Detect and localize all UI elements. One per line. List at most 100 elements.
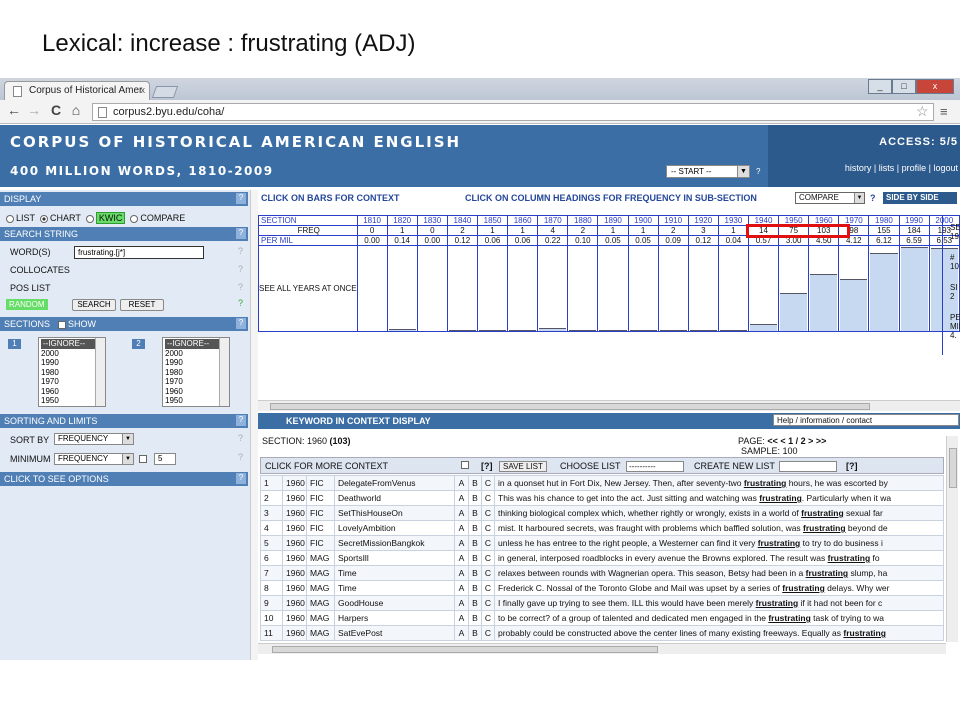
context-c-link[interactable]: C: [481, 565, 495, 581]
bar-1870[interactable]: [539, 328, 567, 331]
section-heading-1910[interactable]: 1910: [657, 215, 689, 226]
help-mark[interactable]: ?: [870, 193, 876, 203]
collocates-label[interactable]: COLLOCATES: [10, 265, 70, 275]
start-select[interactable]: -- START -- ▼: [666, 165, 750, 178]
bar-cell[interactable]: [717, 245, 749, 332]
context-b-link[interactable]: B: [468, 490, 482, 506]
context-b-link[interactable]: B: [468, 610, 482, 626]
context-c-link[interactable]: C: [481, 505, 495, 521]
section-2-list[interactable]: --IGNORE-- 2000 1990 1980 1970 1960 1950: [162, 337, 230, 407]
help-mark[interactable]: [?]: [481, 461, 493, 471]
bar-1840[interactable]: [448, 329, 476, 331]
help-icon[interactable]: ?: [238, 264, 243, 274]
help-icon[interactable]: ?: [236, 415, 246, 426]
chart-horizontal-scrollbar[interactable]: [258, 400, 960, 411]
bar-cell[interactable]: [838, 245, 870, 332]
source-link[interactable]: LovelyAmbition: [334, 520, 455, 536]
help-icon[interactable]: ?: [238, 246, 243, 256]
logout-link[interactable]: logout: [933, 163, 958, 173]
bar-cell[interactable]: [476, 245, 509, 332]
help-mark[interactable]: [?]: [846, 461, 858, 471]
close-tab-icon[interactable]: x: [141, 85, 146, 95]
bookmark-star-icon[interactable]: ☆: [916, 103, 929, 120]
source-link[interactable]: Time: [334, 565, 455, 581]
context-b-link[interactable]: B: [468, 580, 482, 596]
kwic-vertical-scrollbar[interactable]: [946, 436, 958, 642]
keyword[interactable]: frustrating: [768, 613, 811, 623]
bar-cell[interactable]: [386, 245, 418, 332]
radio-kwic[interactable]: [85, 214, 94, 223]
source-link[interactable]: SatEvePost: [334, 625, 455, 641]
bar-cell[interactable]: [898, 245, 930, 332]
context-a-link[interactable]: A: [454, 580, 469, 596]
minimum-checkbox[interactable]: [139, 453, 147, 463]
kwic-horizontal-scrollbar[interactable]: [258, 643, 946, 654]
new-tab-button[interactable]: [151, 86, 179, 98]
home-icon[interactable]: ⌂: [68, 102, 84, 118]
context-c-link[interactable]: C: [481, 595, 495, 611]
source-link[interactable]: SportsIll: [334, 550, 455, 566]
list-scrollbar[interactable]: [219, 338, 229, 406]
side-by-side-select[interactable]: SIDE BY SIDE: [883, 192, 957, 204]
options-bar[interactable]: CLICK TO SEE OPTIONS?: [0, 472, 248, 486]
context-c-link[interactable]: C: [481, 475, 495, 491]
keyword[interactable]: frustrating: [843, 628, 886, 638]
bar-cell[interactable]: [627, 245, 659, 332]
context-a-link[interactable]: A: [454, 505, 469, 521]
browser-tab[interactable]: Corpus of Historical Amer x: [4, 81, 150, 100]
section-heading-1920[interactable]: 1920: [687, 215, 719, 226]
context-b-link[interactable]: B: [468, 475, 482, 491]
kwic-row[interactable]: 1 1960 FIC DelegateFromVenus A B Cin a quonset…: [260, 475, 944, 491]
context-a-link[interactable]: A: [454, 550, 469, 566]
keyword[interactable]: frustrating: [759, 493, 802, 503]
context-c-link[interactable]: C: [481, 580, 495, 596]
keyword[interactable]: frustrating: [803, 523, 846, 533]
bar-1980[interactable]: [870, 253, 898, 331]
bar-1950[interactable]: [780, 292, 808, 331]
reload-icon[interactable]: C: [48, 102, 64, 118]
help-icon[interactable]: ?: [236, 228, 246, 239]
context-a-link[interactable]: A: [454, 565, 469, 581]
scroll-thumb[interactable]: [272, 646, 658, 653]
reset-button[interactable]: RESET: [120, 299, 164, 311]
context-c-link[interactable]: C: [481, 535, 495, 551]
bar-1960[interactable]: [810, 273, 838, 331]
search-button[interactable]: SEARCH: [72, 299, 116, 311]
bar-cell[interactable]: [537, 245, 569, 332]
kwic-row[interactable]: 5 1960 FIC SecretMissionBangkok A B Cunless he…: [260, 535, 944, 551]
scroll-thumb[interactable]: [270, 403, 870, 410]
save-list-button[interactable]: SAVE LIST: [499, 461, 547, 472]
help-icon[interactable]: ?: [238, 282, 243, 292]
bar-1990[interactable]: [900, 247, 928, 331]
source-link[interactable]: Time: [334, 580, 455, 596]
kwic-row[interactable]: 2 1960 FIC Deathworld A B C This was his chance…: [260, 490, 944, 506]
bar-1900[interactable]: [629, 330, 657, 331]
context-b-link[interactable]: B: [468, 535, 482, 551]
kwic-row[interactable]: 4 1960 FIC LovelyAmbition A B Cmist. It harbou…: [260, 520, 944, 536]
keyword[interactable]: frustrating: [744, 478, 787, 488]
keyword[interactable]: frustrating: [756, 598, 799, 608]
bar-1860[interactable]: [509, 330, 537, 331]
bar-cell[interactable]: [808, 245, 840, 332]
context-b-link[interactable]: B: [468, 625, 482, 641]
keyword[interactable]: frustrating: [828, 553, 871, 563]
context-a-link[interactable]: A: [454, 595, 469, 611]
section-heading-1930[interactable]: 1930: [717, 215, 749, 226]
history-link[interactable]: history: [845, 163, 872, 173]
section-heading-1900[interactable]: 1900: [627, 215, 659, 226]
bar-cell[interactable]: [778, 245, 810, 332]
kwic-row[interactable]: 11 1960 MAG SatEvePost A B Cprobably could be …: [260, 625, 944, 641]
section-heading-1850[interactable]: 1850: [476, 215, 509, 226]
close-window-button[interactable]: x: [916, 79, 954, 94]
bar-1890[interactable]: [599, 330, 627, 331]
radio-compare[interactable]: [130, 214, 139, 223]
bar-1970[interactable]: [840, 278, 868, 331]
section-heading-1990[interactable]: 1990: [898, 215, 930, 226]
bar-1910[interactable]: [659, 329, 687, 331]
kwic-row[interactable]: 9 1960 MAG GoodHouse A B C I finally gave up tr…: [260, 595, 944, 611]
keyword[interactable]: frustrating: [801, 508, 844, 518]
context-a-link[interactable]: A: [454, 610, 469, 626]
help-mark[interactable]: ?: [756, 167, 760, 176]
section-1-list[interactable]: --IGNORE-- 2000 1990 1980 1970 1960 1950: [38, 337, 106, 407]
page-nav[interactable]: << < 1 / 2 > >>: [767, 436, 826, 446]
